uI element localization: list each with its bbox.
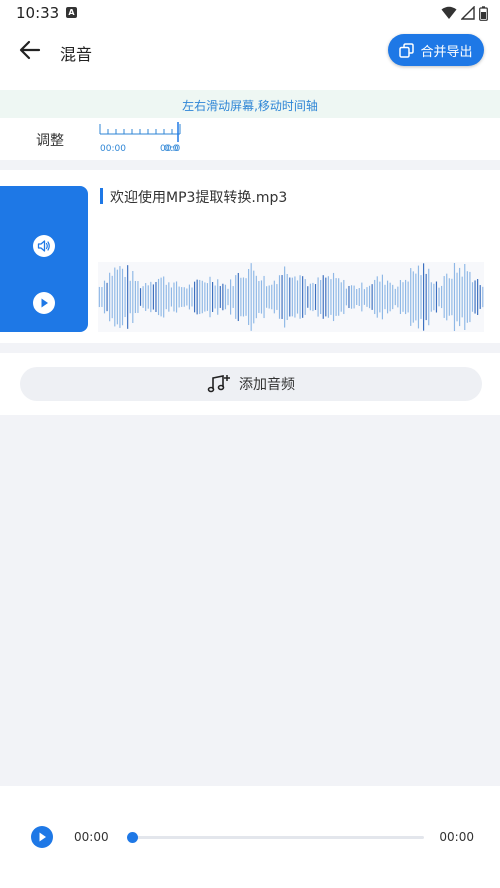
player-bar: 00:00 00:00	[0, 786, 500, 888]
track-file-name: 欢迎使用MP3提取转换.mp3	[110, 190, 288, 206]
merge-export-label: 合并导出	[420, 44, 473, 60]
copy-icon	[399, 42, 415, 58]
notification-icon: A	[66, 7, 77, 18]
music-note-plus-icon	[207, 375, 230, 393]
status-time: 10:33	[16, 4, 60, 22]
play-icon	[39, 832, 46, 842]
total-time: 00:00	[439, 830, 474, 844]
timeline-hint-text: 左右滑动屏幕,移动时间轴	[182, 99, 318, 113]
signal-icon	[461, 6, 475, 20]
volume-icon	[37, 240, 50, 252]
status-bar: 10:33 A	[0, 0, 500, 26]
wifi-icon	[441, 6, 457, 19]
add-audio-label: 添加音频	[239, 377, 295, 393]
add-audio-button[interactable]: 添加音频	[20, 367, 482, 401]
back-arrow-icon[interactable]	[16, 36, 44, 64]
app-header: 混音 合并导出	[0, 26, 500, 90]
volume-button[interactable]	[33, 235, 55, 257]
progress-slider[interactable]	[127, 832, 424, 843]
adjust-label: 调整	[36, 133, 64, 149]
progress-thumb[interactable]	[127, 832, 138, 843]
ruler-start-time: 00:00	[100, 144, 126, 154]
ruler-end-time-b: 0:0	[164, 144, 179, 154]
main-play-button[interactable]	[31, 826, 53, 848]
track-controls-panel	[0, 186, 88, 332]
merge-export-button[interactable]: 合并导出	[388, 34, 484, 66]
audio-waveform[interactable]	[98, 262, 484, 332]
add-audio-row: 添加音频	[0, 353, 500, 415]
status-icons	[441, 5, 488, 21]
page-title: 混音	[60, 45, 93, 64]
track-play-button[interactable]	[33, 292, 55, 314]
timeline-hint-bar: 左右滑动屏幕,移动时间轴	[0, 90, 500, 118]
file-marker	[100, 188, 103, 204]
audio-track: 欢迎使用MP3提取转换.mp3	[0, 170, 500, 343]
timeline-ruler-row[interactable]: 调整 00:00 00:0 0:0	[0, 118, 500, 160]
play-icon	[41, 298, 48, 308]
current-time: 00:00	[74, 830, 109, 844]
battery-icon	[479, 5, 488, 21]
